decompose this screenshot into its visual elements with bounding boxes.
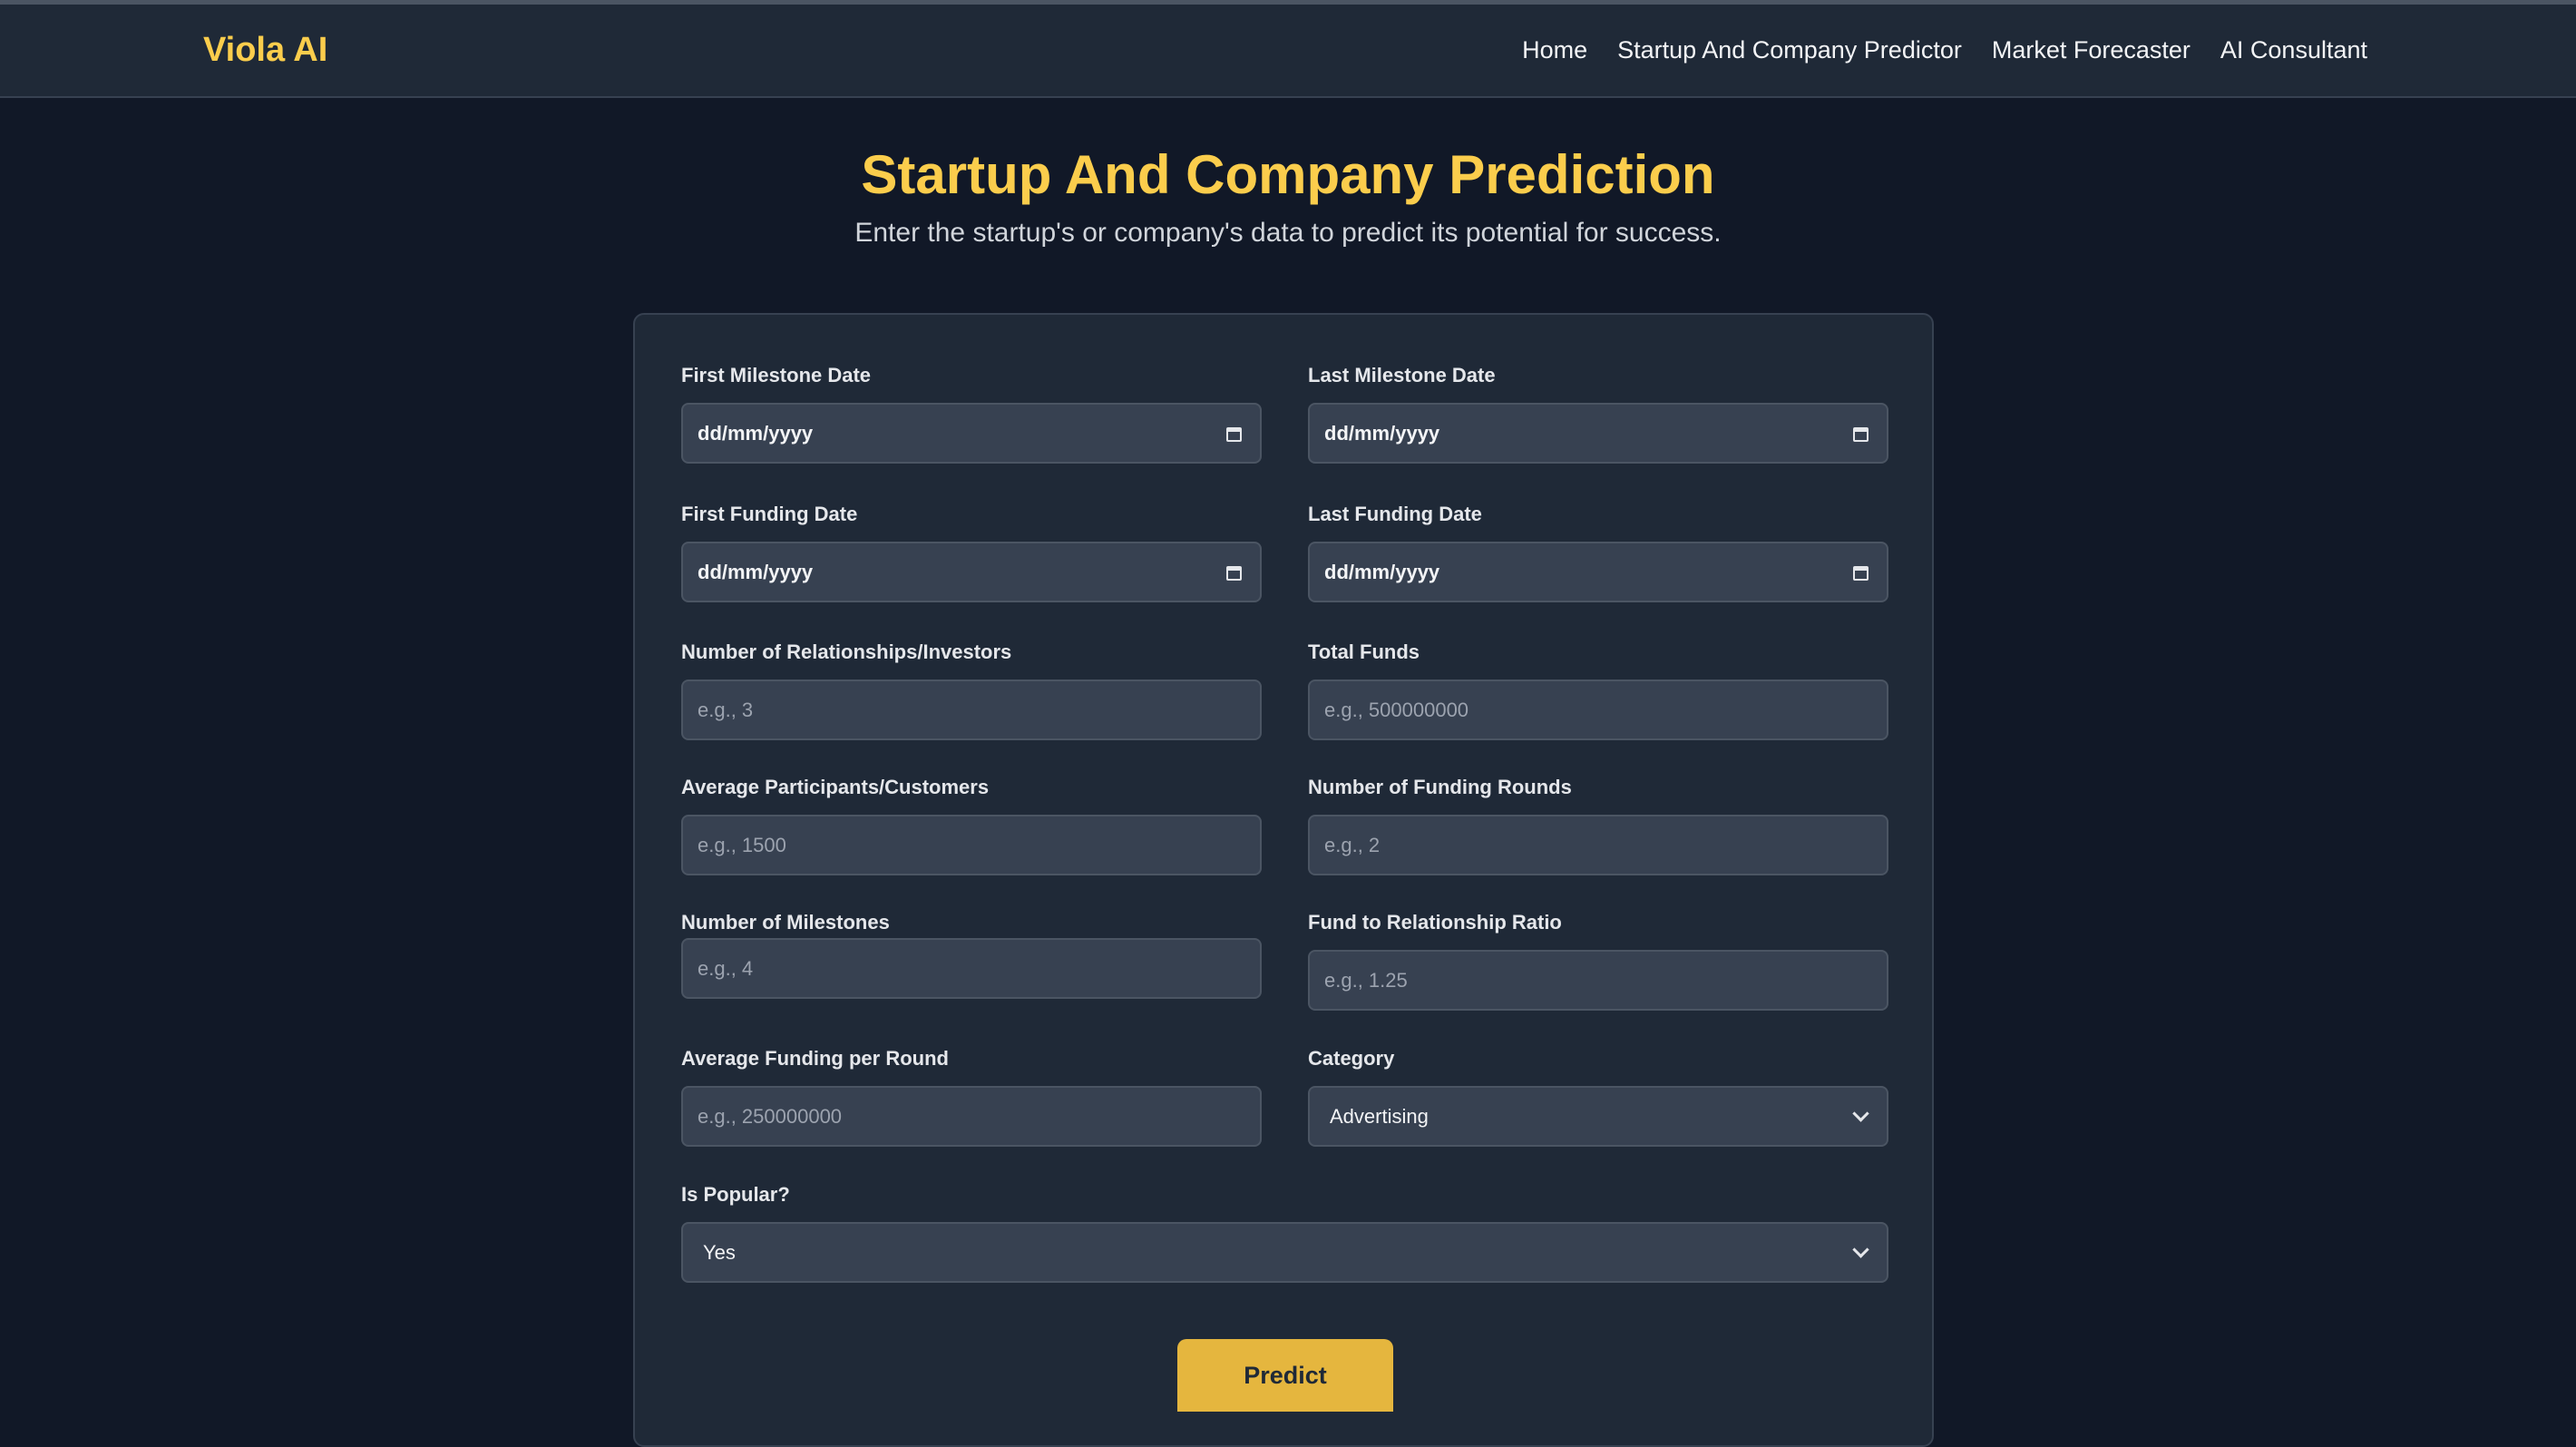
participants-input[interactable]: e.g., 1500: [681, 815, 1262, 875]
category-label: Category: [1308, 1047, 1395, 1070]
avg-funding-input[interactable]: e.g., 250000000: [681, 1086, 1262, 1147]
funding-rounds-label: Number of Funding Rounds: [1308, 776, 1572, 798]
fund-ratio-field: Fund to Relationship Ratio e.g., 1.25: [1308, 911, 1888, 1011]
calendar-icon[interactable]: [1226, 566, 1242, 581]
chevron-down-icon: [1852, 1241, 1869, 1258]
milestones-field: Number of Milestones e.g., 4: [681, 911, 1262, 999]
relationships-placeholder: e.g., 3: [698, 698, 754, 721]
calendar-icon[interactable]: [1853, 427, 1869, 442]
first-milestone-date-label: First Milestone Date: [681, 364, 872, 386]
total-funds-field: Total Funds e.g., 500000000: [1308, 640, 1888, 740]
milestones-placeholder: e.g., 4: [698, 956, 754, 980]
participants-placeholder: e.g., 1500: [698, 833, 786, 856]
funding-rounds-input[interactable]: e.g., 2: [1308, 815, 1888, 875]
hero: Startup And Company Prediction Enter the…: [0, 145, 2576, 249]
relationships-field: Number of Relationships/Investors e.g., …: [681, 640, 1262, 740]
is-popular-field: Is Popular? Yes: [681, 1183, 1888, 1283]
participants-label: Average Participants/Customers: [681, 776, 990, 798]
last-milestone-date-field: Last Milestone Date dd/mm/yyyy: [1308, 364, 1888, 464]
is-popular-value: Yes: [703, 1240, 736, 1264]
page-subtitle: Enter the startup's or company's data to…: [854, 218, 1722, 248]
milestones-input[interactable]: e.g., 4: [681, 938, 1262, 999]
relationships-label: Number of Relationships/Investors: [681, 640, 1012, 663]
prediction-form: First Milestone Date dd/mm/yyyy Last Mil…: [633, 313, 1934, 1447]
navbar: Viola AI Home Startup And Company Predic…: [0, 5, 2576, 98]
total-funds-input[interactable]: e.g., 500000000: [1308, 680, 1888, 740]
category-select[interactable]: Advertising: [1308, 1086, 1888, 1147]
date-value: dd/mm/yyyy: [1324, 560, 1440, 583]
is-popular-select[interactable]: Yes: [681, 1222, 1888, 1283]
nav-ai-consultant[interactable]: AI Consultant: [2220, 36, 2367, 64]
funding-rounds-field: Number of Funding Rounds e.g., 2: [1308, 776, 1888, 875]
logo[interactable]: Viola AI: [203, 31, 327, 70]
fund-ratio-input[interactable]: e.g., 1.25: [1308, 950, 1888, 1011]
avg-funding-label: Average Funding per Round: [681, 1047, 949, 1070]
calendar-icon[interactable]: [1226, 427, 1242, 442]
is-popular-label: Is Popular?: [681, 1183, 790, 1206]
category-value: Advertising: [1330, 1104, 1429, 1128]
date-value: dd/mm/yyyy: [1324, 421, 1440, 445]
fund-ratio-placeholder: e.g., 1.25: [1324, 968, 1408, 992]
first-funding-date-label: First Funding Date: [681, 503, 858, 525]
nav-menu: Home Startup And Company Predictor Marke…: [1522, 36, 2367, 64]
page-title: Startup And Company Prediction: [861, 144, 1715, 205]
total-funds-placeholder: e.g., 500000000: [1324, 698, 1469, 721]
total-funds-label: Total Funds: [1308, 640, 1420, 663]
last-funding-date-field: Last Funding Date dd/mm/yyyy: [1308, 503, 1888, 602]
fund-ratio-label: Fund to Relationship Ratio: [1308, 911, 1562, 934]
relationships-input[interactable]: e.g., 3: [681, 680, 1262, 740]
last-milestone-date-label: Last Milestone Date: [1308, 364, 1496, 386]
participants-field: Average Participants/Customers e.g., 150…: [681, 776, 1262, 875]
category-field: Category Advertising: [1308, 1047, 1888, 1147]
avg-funding-placeholder: e.g., 250000000: [698, 1104, 843, 1128]
last-milestone-date-input[interactable]: dd/mm/yyyy: [1308, 403, 1888, 464]
avg-funding-field: Average Funding per Round e.g., 25000000…: [681, 1047, 1262, 1147]
first-milestone-date-input[interactable]: dd/mm/yyyy: [681, 403, 1262, 464]
first-milestone-date-field: First Milestone Date dd/mm/yyyy: [681, 364, 1262, 464]
date-value: dd/mm/yyyy: [698, 421, 814, 445]
funding-rounds-placeholder: e.g., 2: [1324, 833, 1381, 856]
predict-button[interactable]: Predict: [1177, 1339, 1393, 1412]
nav-startup-predictor[interactable]: Startup And Company Predictor: [1617, 36, 1962, 64]
first-funding-date-input[interactable]: dd/mm/yyyy: [681, 542, 1262, 602]
last-funding-date-input[interactable]: dd/mm/yyyy: [1308, 542, 1888, 602]
last-funding-date-label: Last Funding Date: [1308, 503, 1482, 525]
date-value: dd/mm/yyyy: [698, 560, 814, 583]
milestones-label: Number of Milestones: [681, 911, 890, 934]
first-funding-date-field: First Funding Date dd/mm/yyyy: [681, 503, 1262, 602]
nav-home[interactable]: Home: [1522, 36, 1587, 64]
calendar-icon[interactable]: [1853, 566, 1869, 581]
nav-market-forecaster[interactable]: Market Forecaster: [1992, 36, 2191, 64]
chevron-down-icon: [1852, 1105, 1869, 1122]
